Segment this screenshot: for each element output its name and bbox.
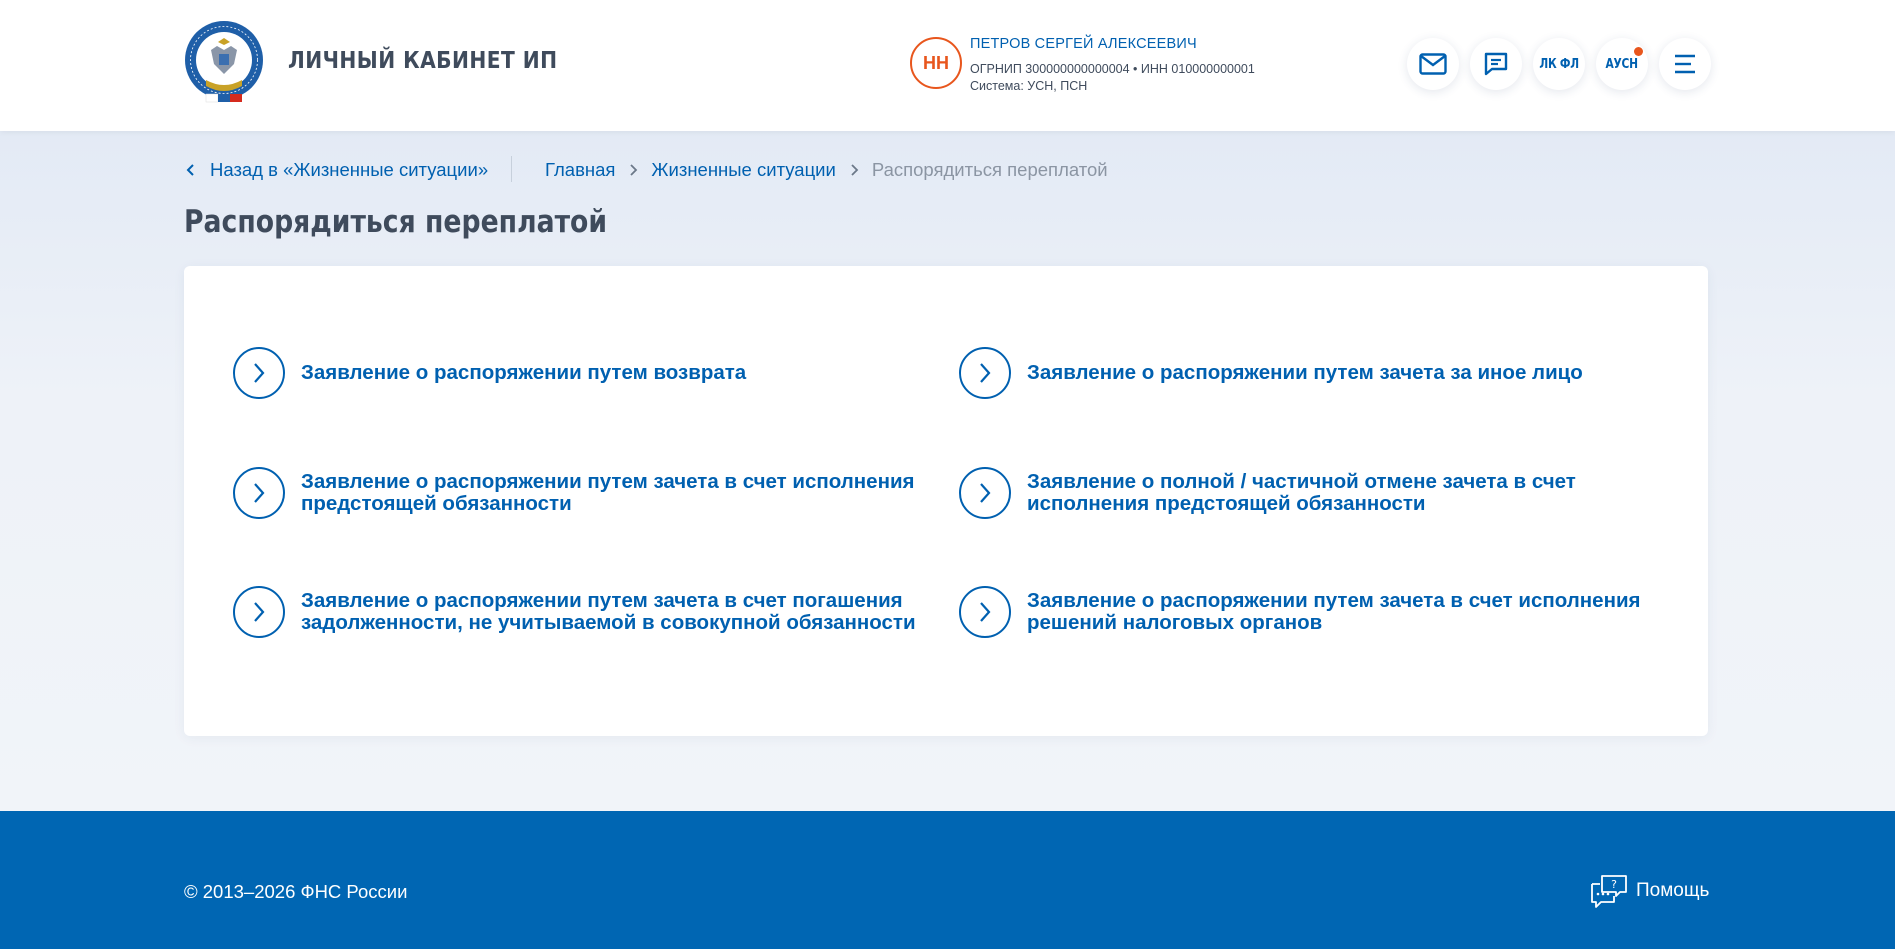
chat-icon xyxy=(1484,52,1508,76)
option-offset-debt[interactable]: Заявление о распоряжении путем зачета в … xyxy=(233,586,941,638)
option-refund[interactable]: Заявление о распоряжении путем возврата xyxy=(233,347,941,399)
arrow-right-circle-icon xyxy=(959,467,1011,519)
option-label: Заявление о распоряжении путем зачета в … xyxy=(301,589,916,634)
chat-button[interactable] xyxy=(1470,38,1522,90)
chevron-right-icon xyxy=(836,163,872,177)
arrow-right-circle-icon xyxy=(959,347,1011,399)
notification-dot xyxy=(1634,47,1643,56)
breadcrumb-current: Распорядиться переплатой xyxy=(871,159,1108,180)
option-label: Заявление о распоряжении путем зачета за… xyxy=(1027,361,1583,384)
help-link[interactable]: ? Помощь xyxy=(1590,874,1709,908)
breadcrumb: Главная Жизненные ситуации Распорядиться… xyxy=(545,159,1108,181)
copyright: © 2013–2026 ФНС России xyxy=(184,881,408,902)
ausn-button[interactable]: АУСН xyxy=(1596,38,1648,90)
option-label: Заявление о распоряжении путем возврата xyxy=(301,361,747,384)
help-label: Помощь xyxy=(1636,880,1710,901)
option-offset-future-obligation[interactable]: Заявление о распоряжении путем зачета в … xyxy=(233,467,941,519)
options-card: Заявление о распоряжении путем возврата … xyxy=(184,266,1708,736)
option-cancel-offset[interactable]: Заявление о полной / частичной отмене за… xyxy=(959,467,1667,519)
help-chat-icon: ? xyxy=(1591,875,1627,908)
option-label: Заявление о распоряжении путем зачета в … xyxy=(301,470,915,515)
mail-button[interactable] xyxy=(1407,38,1459,90)
lk-fl-button[interactable]: ЛК ФЛ xyxy=(1533,38,1585,90)
avatar[interactable]: НН xyxy=(910,37,962,89)
user-tax-system: Система: УСН, ПСН xyxy=(970,79,1088,93)
svg-text:?: ? xyxy=(1611,878,1617,891)
option-offset-other-person[interactable]: Заявление о распоряжении путем зачета за… xyxy=(959,347,1667,399)
user-ids: ОГРНИП 300000000000004 • ИНН 01000000000… xyxy=(970,62,1255,76)
hamburger-menu-icon xyxy=(1675,54,1695,74)
arrow-right-circle-icon xyxy=(959,586,1011,638)
back-link-label: Назад в «Жизненные ситуации» xyxy=(210,159,489,180)
menu-button[interactable] xyxy=(1659,38,1711,90)
mail-icon xyxy=(1419,53,1447,75)
breadcrumb-home[interactable]: Главная xyxy=(545,159,615,181)
fns-emblem-icon[interactable] xyxy=(184,20,264,106)
breadcrumb-life-situations[interactable]: Жизненные ситуации xyxy=(651,159,835,181)
user-name[interactable]: ПЕТРОВ СЕРГЕЙ АЛЕКСЕЕВИЧ xyxy=(970,36,1197,52)
option-offset-tax-decisions[interactable]: Заявление о распоряжении путем зачета в … xyxy=(959,586,1667,638)
arrow-right-circle-icon xyxy=(233,467,285,519)
ausn-label: АУСН xyxy=(1605,56,1639,72)
chevron-right-icon xyxy=(615,163,651,177)
option-label: Заявление о полной / частичной отмене за… xyxy=(1027,470,1576,515)
arrow-right-circle-icon xyxy=(233,586,285,638)
app-title: ЛИЧНЫЙ КАБИНЕТ ИП xyxy=(288,48,558,74)
arrow-right-circle-icon xyxy=(233,347,285,399)
lk-fl-label: ЛК ФЛ xyxy=(1539,56,1579,72)
chevron-left-icon xyxy=(186,164,194,176)
divider xyxy=(511,156,512,182)
page-title: Распорядиться переплатой xyxy=(184,204,608,240)
back-link[interactable]: Назад в «Жизненные ситуации» xyxy=(184,159,488,181)
option-label: Заявление о распоряжении путем зачета в … xyxy=(1027,589,1641,634)
header: ЛИЧНЫЙ КАБИНЕТ ИП НН ПЕТРОВ СЕРГЕЙ АЛЕКС… xyxy=(0,0,1895,131)
